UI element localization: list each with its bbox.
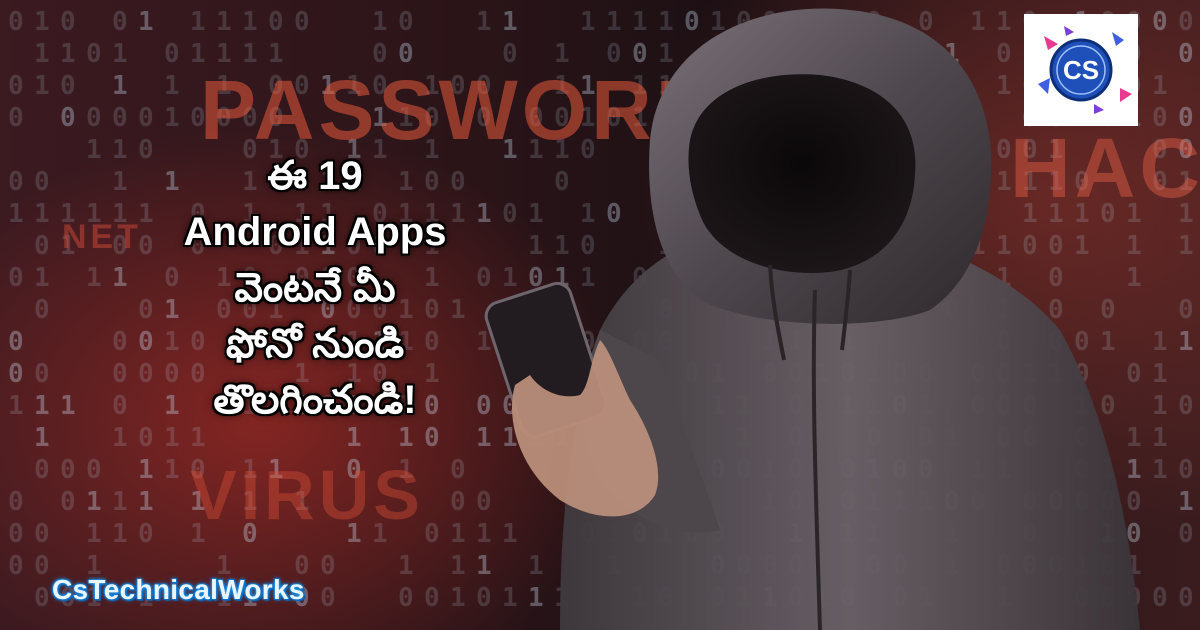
cs-logo-icon: CS: [1038, 26, 1132, 114]
headline-line-3: వెంటనే మీ: [234, 266, 396, 310]
headline-line-4: ఫోనో నుండి: [225, 322, 405, 366]
face-shadow: [688, 74, 916, 273]
logo: CS: [1024, 14, 1138, 126]
thumbnail-canvas: 0000100010001110101001100000100111000001…: [0, 0, 1200, 630]
brand-name: CsTechnicalWorks: [52, 574, 305, 605]
logo-text: CS: [1063, 55, 1099, 85]
headline-line-1: ఈ 19: [267, 154, 363, 198]
headline-line-2: Android Apps: [183, 210, 447, 254]
headline: ఈ 19 Android Apps వెంటనే మీ ఫోనో నుండి త…: [130, 148, 500, 428]
headline-line-5: తొలగించండి!: [213, 378, 417, 422]
